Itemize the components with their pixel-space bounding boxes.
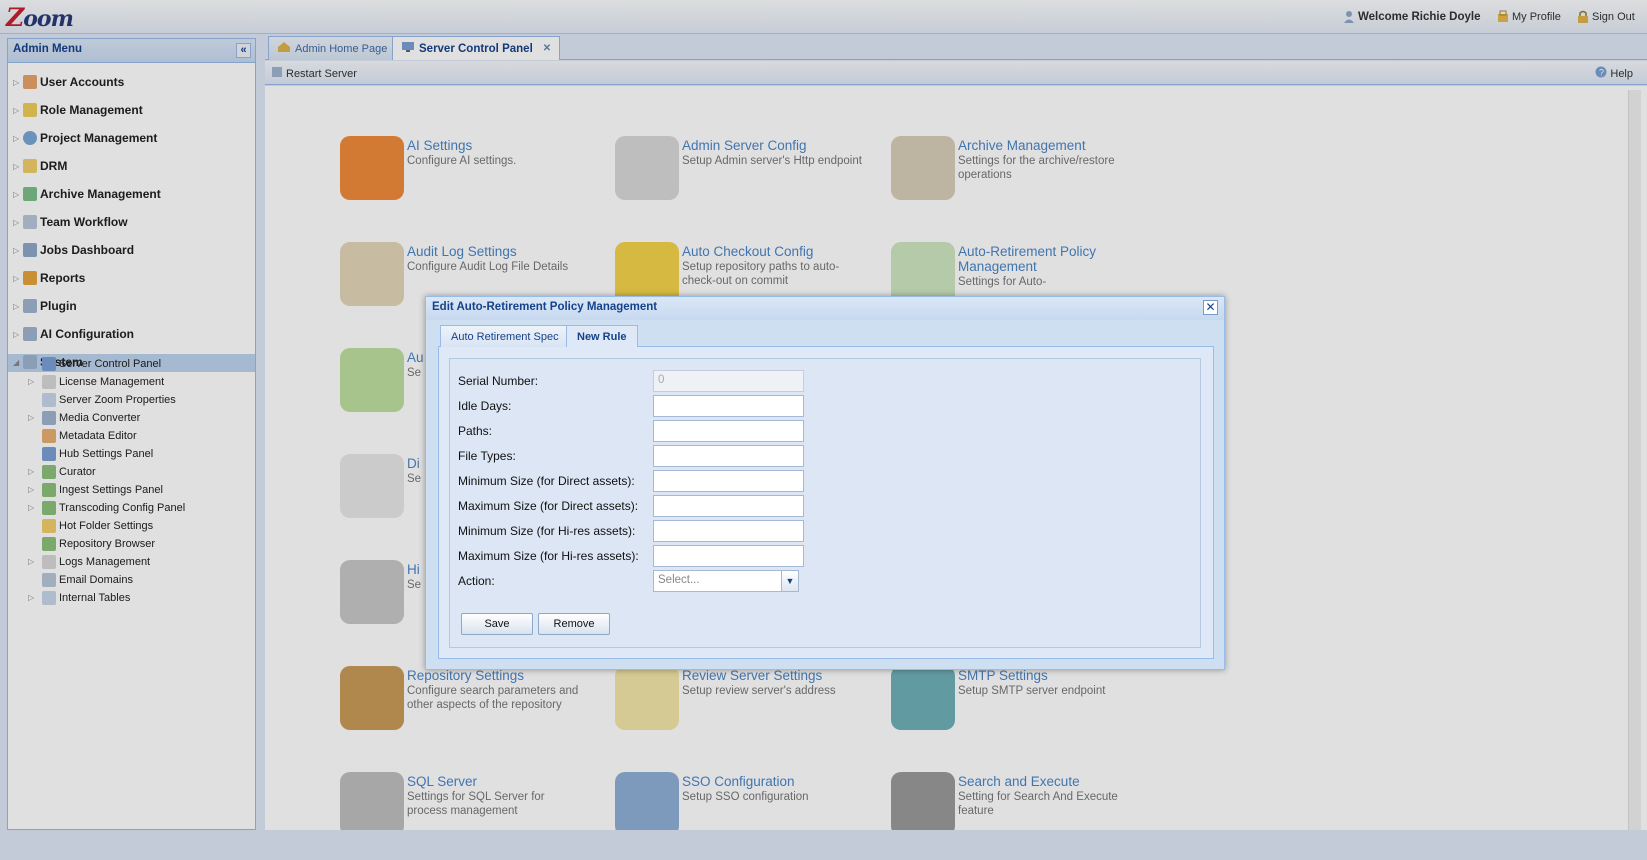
serial-number-field: 0 [653, 370, 804, 392]
min-size-hires-field[interactable] [653, 520, 804, 542]
tab-new-rule[interactable]: New Rule [566, 325, 638, 349]
action-select[interactable]: Select... [653, 570, 782, 592]
idle-days-field[interactable] [653, 395, 804, 417]
action-row: Action: Select... ▼ [450, 570, 850, 592]
remove-button[interactable]: Remove [538, 613, 610, 635]
serial-number-row: Serial Number: 0 [450, 370, 850, 392]
paths-row: Paths: [450, 420, 850, 442]
dialog-body: Serial Number: 0 Idle Days: Paths: File T… [438, 347, 1214, 659]
dialog-title: Edit Auto-Retirement Policy Management [426, 297, 1224, 320]
close-icon: ✕ [1205, 300, 1216, 314]
max-size-direct-row: Maximum Size (for Direct assets): [450, 495, 850, 517]
dialog-tab-strip: Auto Retirement Spec New Rule [438, 323, 1214, 349]
paths-field[interactable] [653, 420, 804, 442]
dialog-close-button[interactable]: ✕ [1203, 300, 1218, 315]
file-types-field[interactable] [653, 445, 804, 467]
edit-auto-retirement-dialog: Edit Auto-Retirement Policy Management ✕… [425, 296, 1225, 670]
idle-days-row: Idle Days: [450, 395, 850, 417]
new-rule-form: Serial Number: 0 Idle Days: Paths: File T… [449, 358, 1201, 648]
min-size-direct-field[interactable] [653, 470, 804, 492]
action-dropdown-button[interactable]: ▼ [781, 570, 799, 592]
max-size-hires-field[interactable] [653, 545, 804, 567]
tab-auto-retirement-spec[interactable]: Auto Retirement Spec [440, 325, 570, 348]
save-button[interactable]: Save [461, 613, 533, 635]
max-size-hires-row: Maximum Size (for Hi-res assets): [450, 545, 850, 567]
min-size-hires-row: Minimum Size (for Hi-res assets): [450, 520, 850, 542]
min-size-direct-row: Minimum Size (for Direct assets): [450, 470, 850, 492]
file-types-row: File Types: [450, 445, 850, 467]
chevron-down-icon: ▼ [785, 576, 795, 586]
max-size-direct-field[interactable] [653, 495, 804, 517]
